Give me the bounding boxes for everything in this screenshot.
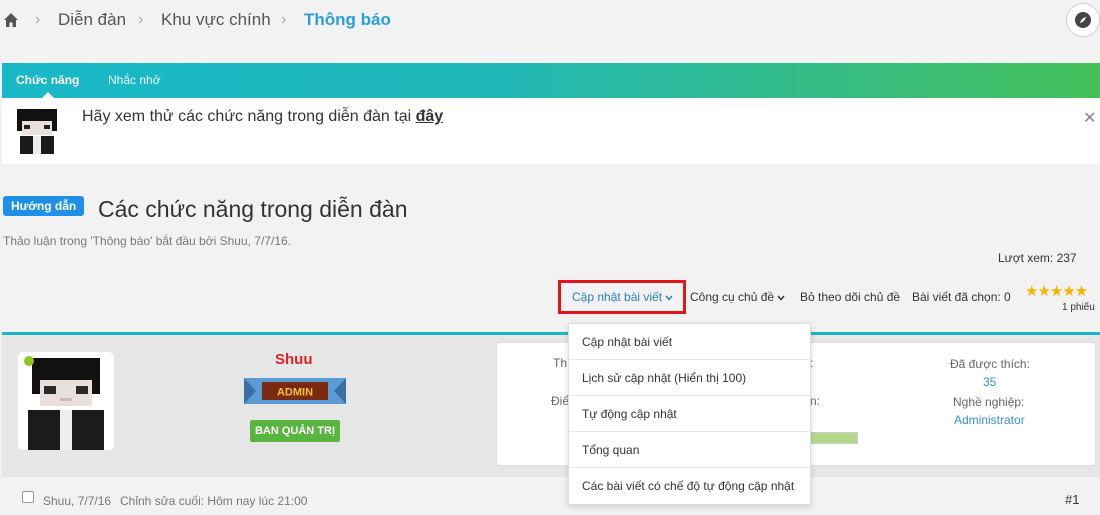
breadcrumb-item-forum[interactable]: Diễn đàn bbox=[58, 10, 126, 30]
occupation-value: Administrator bbox=[954, 413, 1025, 427]
chevron-down-icon bbox=[777, 295, 785, 301]
update-posts-button[interactable]: Cập nhật bài viết bbox=[572, 290, 673, 304]
tab-features[interactable]: Chức năng bbox=[2, 63, 93, 98]
thread-tools-label: Công cụ chủ đề bbox=[690, 290, 775, 304]
stat-label-partial-4: n: bbox=[810, 394, 821, 408]
username[interactable]: Shuu bbox=[275, 351, 313, 368]
thread-meta: Thảo luận trong 'Thông báo' bắt đầu bởi … bbox=[3, 234, 291, 248]
avatar[interactable] bbox=[18, 352, 114, 450]
thread-tools-button[interactable]: Công cụ chủ đề bbox=[690, 290, 785, 304]
breadcrumb-item-announcements[interactable]: Thông báo bbox=[304, 10, 391, 30]
menu-item-update-history[interactable]: Lịch sử cập nhật (Hiển thị 100) bbox=[569, 360, 810, 396]
unwatch-thread-link[interactable]: Bỏ theo dõi chủ đề bbox=[800, 290, 900, 304]
avatar-image bbox=[18, 352, 114, 450]
thread-prefix-badge[interactable]: Hướng dẫn bbox=[3, 196, 85, 216]
menu-item-update-posts[interactable]: Cập nhật bài viết bbox=[569, 324, 810, 360]
occupation-label: Nghề nghiệp: bbox=[953, 395, 1025, 409]
chevron-right-icon: › bbox=[281, 11, 287, 28]
star-icon[interactable]: ★★★★★ bbox=[1025, 282, 1088, 300]
post-edited-note: Chỉnh sửa cuối: Hôm nay lúc 21:00 bbox=[120, 494, 308, 508]
likes-value[interactable]: 35 bbox=[983, 375, 996, 389]
notice-panel: Hãy xem thử các chức năng trong diễn đàn… bbox=[2, 98, 1100, 164]
chevron-down-icon bbox=[665, 295, 673, 301]
compass-icon bbox=[1075, 12, 1091, 28]
update-posts-label: Cập nhật bài viết bbox=[572, 290, 663, 304]
update-posts-dropdown: Cập nhật bài viết Lịch sử cập nhật (Hiển… bbox=[568, 323, 811, 505]
menu-item-auto-update[interactable]: Tự động cập nhật bbox=[569, 396, 810, 432]
menu-item-overview[interactable]: Tổng quan bbox=[569, 432, 810, 468]
role-badge: BAN QUẢN TRỊ bbox=[250, 420, 340, 442]
close-icon[interactable]: ✕ bbox=[1083, 108, 1096, 128]
notice-text: Hãy xem thử các chức năng trong diễn đàn… bbox=[82, 108, 443, 126]
breadcrumb-item-main-area[interactable]: Khu vực chính bbox=[161, 10, 271, 30]
likes-label: Đã được thích: bbox=[950, 357, 1030, 371]
stat-label-partial-1: Th bbox=[553, 356, 568, 370]
progress-bar bbox=[808, 432, 858, 444]
tab-reminders[interactable]: Nhắc nhở bbox=[94, 63, 175, 98]
admin-banner: ADMIN bbox=[244, 378, 346, 404]
menu-item-auto-update-posts[interactable]: Các bài viết có chế độ tự động cập nhật bbox=[569, 468, 810, 504]
post-date[interactable]: Shuu, 7/7/16 bbox=[43, 494, 111, 508]
notice-text-prefix: Hãy xem thử các chức năng trong diễn đàn… bbox=[82, 108, 416, 125]
stat-label-partial-2: Điể bbox=[551, 394, 570, 408]
notice-tab-bar: Chức năng Nhắc nhở bbox=[2, 63, 1100, 98]
chevron-right-icon: › bbox=[138, 11, 144, 28]
view-count: Lượt xem: 237 bbox=[998, 251, 1077, 265]
online-status-indicator bbox=[24, 356, 34, 366]
notice-link[interactable]: đây bbox=[416, 108, 444, 125]
svg-text:ADMIN: ADMIN bbox=[277, 387, 313, 399]
breadcrumb: › Diễn đàn › Khu vực chính › Thông báo bbox=[0, 0, 1100, 40]
notice-avatar bbox=[12, 106, 62, 156]
chevron-right-icon: › bbox=[35, 11, 41, 28]
home-icon[interactable] bbox=[3, 12, 19, 28]
compass-button[interactable] bbox=[1066, 3, 1100, 37]
post-select-checkbox[interactable] bbox=[22, 491, 34, 503]
post-number[interactable]: #1 bbox=[1065, 492, 1079, 507]
vote-count: 1 phiếu bbox=[1062, 302, 1095, 313]
selected-posts-counter[interactable]: Bài viết đã chọn: 0 bbox=[912, 290, 1011, 304]
page-title: Các chức năng trong diễn đàn bbox=[98, 196, 408, 222]
